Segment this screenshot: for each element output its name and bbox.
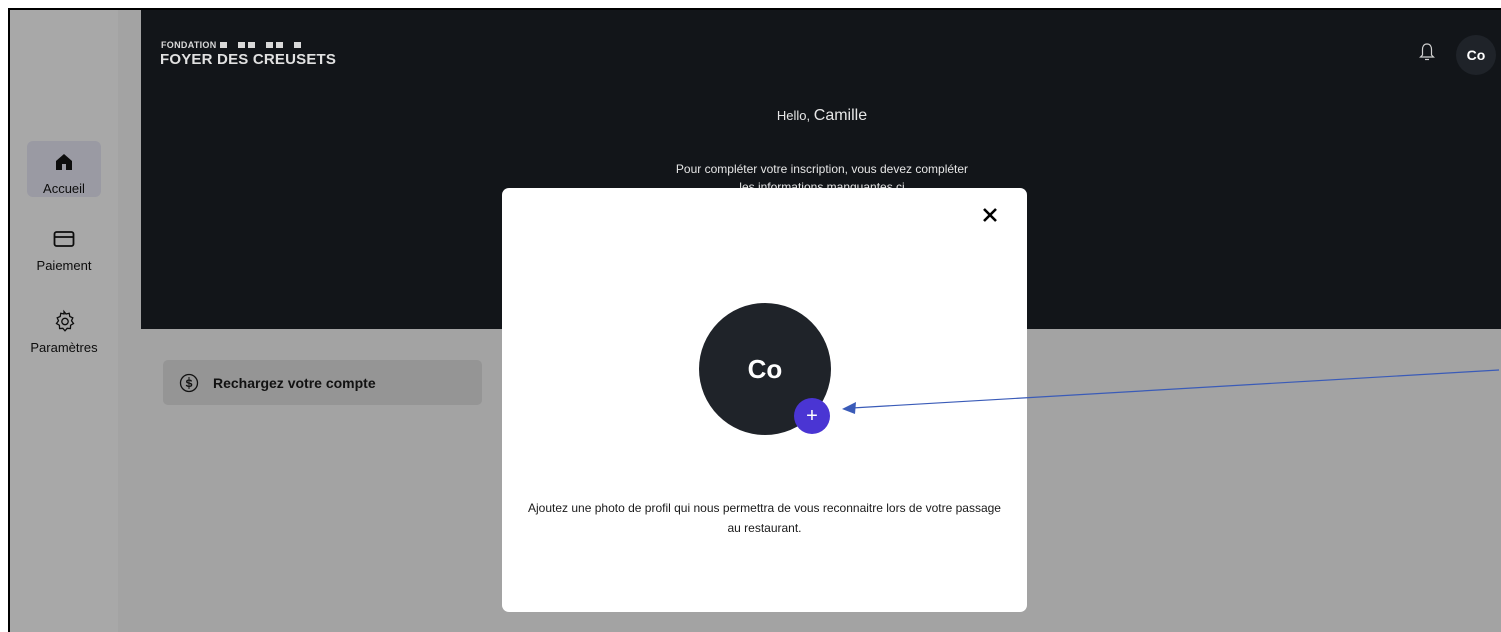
gear-icon [51,308,77,334]
sidebar-item-paiement[interactable]: Paiement [10,226,118,273]
brand-square [265,42,273,48]
greeting: Hello, Camille [141,107,1501,125]
brand-square [247,42,255,48]
home-icon [51,149,77,175]
card-icon [51,226,77,252]
profile-photo-modal: Co + Ajoutez une photo de profil qui nou… [502,188,1027,612]
sidebar-item-label: Paiement [36,258,92,273]
brand-prefix: FONDATION [161,40,217,50]
sidebar-item-accueil[interactable]: Accueil [10,141,118,197]
brand-logo[interactable]: FOYER DES CREUSETS [160,51,336,68]
brand-top-line: FONDATION [161,40,301,50]
bell-icon[interactable] [1419,42,1435,62]
add-photo-button[interactable]: + [794,398,830,434]
close-icon[interactable] [980,205,1000,225]
brand-square [237,42,245,48]
plus-icon: + [806,404,818,427]
sidebar-item-parametres[interactable]: Paramètres [10,308,118,355]
user-avatar-button[interactable]: Co [1456,35,1496,75]
modal-description: Ajoutez une photo de profil qui nous per… [528,501,1001,535]
app-frame: Accueil Paiement Paramètres FONDATION FO… [8,8,1501,632]
brand-square [293,42,301,48]
brand-square [275,42,283,48]
greeting-name: Camille [813,107,868,124]
brand-square [219,42,227,48]
sidebar: Accueil Paiement Paramètres [10,10,118,632]
sidebar-item-label: Paramètres [30,340,98,355]
reload-account-button[interactable]: S Rechargez votre compte [163,360,482,405]
dollar-circle-icon: S [179,373,199,393]
greeting-prefix: Hello, [776,108,811,123]
sidebar-item-label: Accueil [43,181,85,196]
reload-account-label: Rechargez votre compte [213,374,376,391]
